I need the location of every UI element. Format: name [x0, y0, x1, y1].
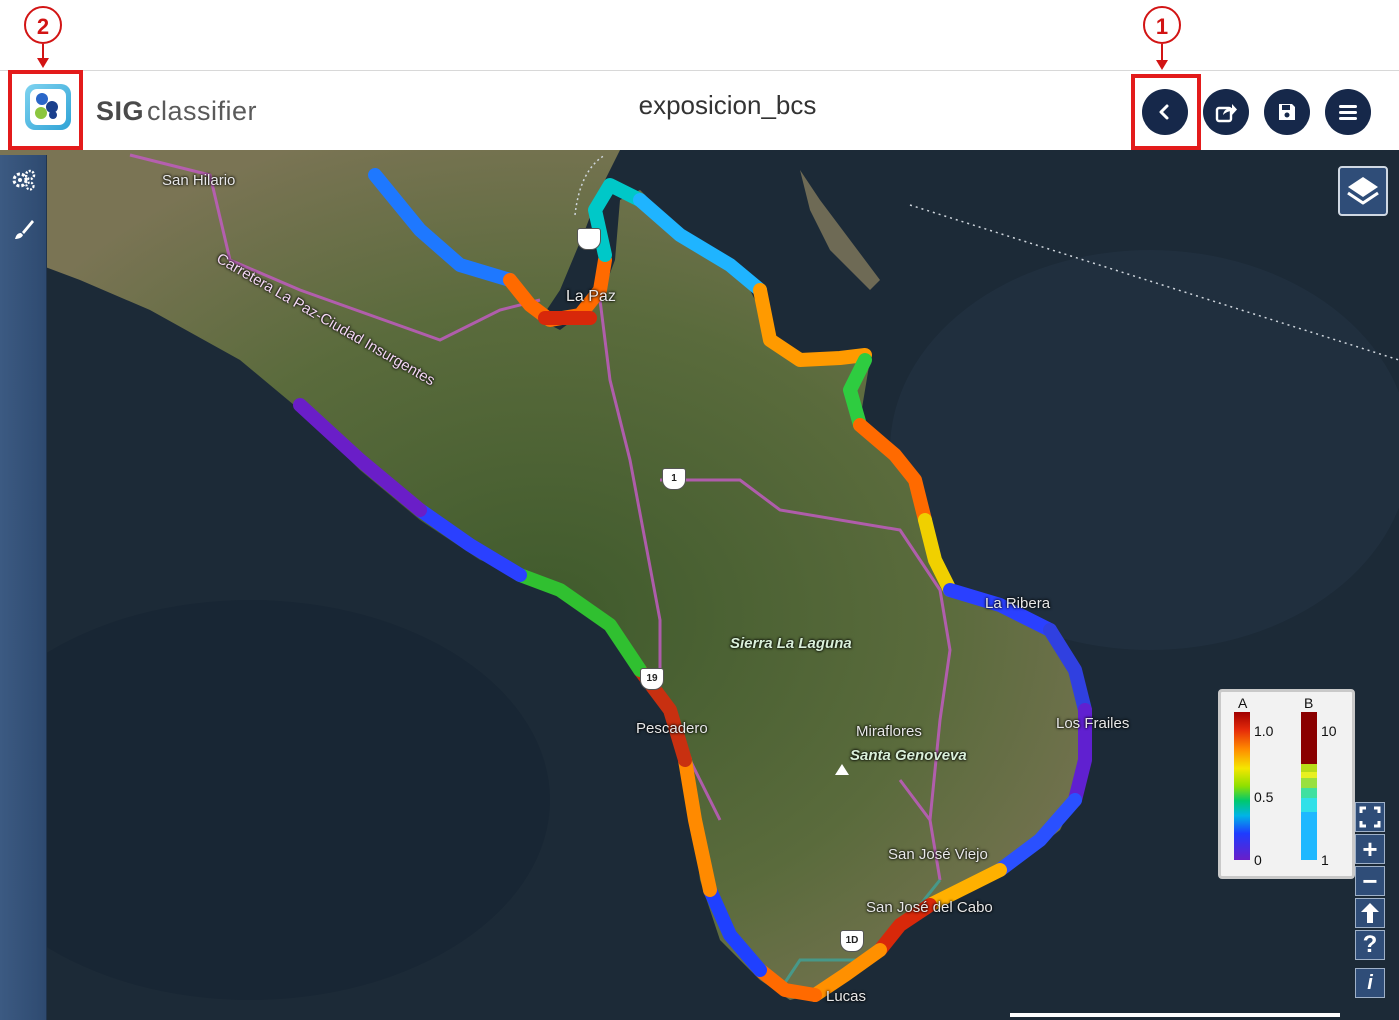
place-cabo-lucas: Lucas: [826, 988, 867, 1005]
scale-bar: [1010, 1013, 1340, 1017]
settings-button[interactable]: [10, 167, 36, 193]
place-santa-genoveva: Santa Genoveva: [850, 747, 967, 764]
fullscreen-icon: [1359, 806, 1381, 828]
place-los-frailes: Los Frailes: [1056, 715, 1130, 732]
map-canvas: [0, 150, 1399, 1020]
place-la-paz: La Paz: [566, 288, 616, 305]
legend-a-min: 0: [1254, 852, 1262, 868]
gears-icon: [12, 169, 36, 191]
help-button[interactable]: ?: [1355, 930, 1385, 960]
map-view[interactable]: San Hilario Carretera La Paz-Ciudad Insu…: [0, 150, 1399, 1020]
annotation-arrowhead-2: [37, 58, 49, 68]
app-name-bold: SIG: [96, 96, 145, 126]
legend-b-min: 1: [1321, 852, 1329, 868]
app-name: SIG classifier: [96, 96, 257, 127]
highway-shield-la-paz: [577, 228, 601, 250]
highway-shield-19: 19: [640, 668, 664, 690]
place-san-jose-viejo: San José Viejo: [888, 846, 988, 863]
highlight-box-back: [1131, 74, 1201, 150]
map-legend: A B 1.0 0.5 0 10 1: [1218, 689, 1355, 879]
layers-button[interactable]: [1338, 166, 1388, 216]
legend-a-title: A: [1238, 695, 1248, 711]
annotation-arrowhead-1: [1156, 60, 1168, 70]
legend-a-max: 1.0: [1254, 723, 1274, 739]
legend-b-max: 10: [1321, 723, 1337, 739]
annotation-callout-2: 2: [24, 6, 62, 44]
share-icon: [1215, 104, 1237, 123]
info-button[interactable]: i: [1355, 968, 1385, 998]
zoom-out-button[interactable]: −: [1355, 866, 1385, 896]
highway-shield-1: 1: [662, 468, 686, 490]
left-toolbar: [0, 155, 47, 1020]
legend-a-color-ramp: [1234, 712, 1250, 860]
share-button[interactable]: [1203, 89, 1249, 135]
place-pescadero: Pescadero: [636, 720, 708, 737]
legend-b-title: B: [1304, 695, 1314, 711]
legend-b-color-ramp: [1301, 712, 1317, 860]
fullscreen-button[interactable]: [1355, 802, 1385, 832]
place-san-jose-del-cabo: San José del Cabo: [866, 899, 993, 916]
map-title: exposicion_bcs: [638, 90, 817, 120]
hamburger-menu-icon: [1339, 105, 1357, 120]
home-extent-button[interactable]: [1355, 898, 1385, 928]
highlight-box-logo: [8, 70, 83, 150]
highway-shield-1d: 1D: [840, 930, 864, 952]
annotation-callout-1: 1: [1143, 6, 1181, 44]
arrow-up-icon: [1361, 903, 1379, 923]
save-button[interactable]: [1264, 89, 1310, 135]
zoom-in-button[interactable]: +: [1355, 834, 1385, 864]
layers-icon: [1347, 177, 1379, 205]
paint-brush-icon: [15, 220, 34, 239]
place-miraflores: Miraflores: [856, 723, 922, 740]
legend-a-mid: 0.5: [1254, 789, 1274, 805]
app-name-rest: classifier: [147, 96, 258, 126]
menu-button[interactable]: [1325, 89, 1371, 135]
place-sierra-la-laguna: Sierra La Laguna: [730, 635, 852, 652]
save-icon: [1279, 104, 1295, 120]
style-brush-button[interactable]: [10, 217, 36, 243]
place-la-ribera: La Ribera: [985, 595, 1051, 612]
mountain-peak-icon: [835, 764, 849, 775]
place-san-hilario: San Hilario: [162, 172, 236, 189]
